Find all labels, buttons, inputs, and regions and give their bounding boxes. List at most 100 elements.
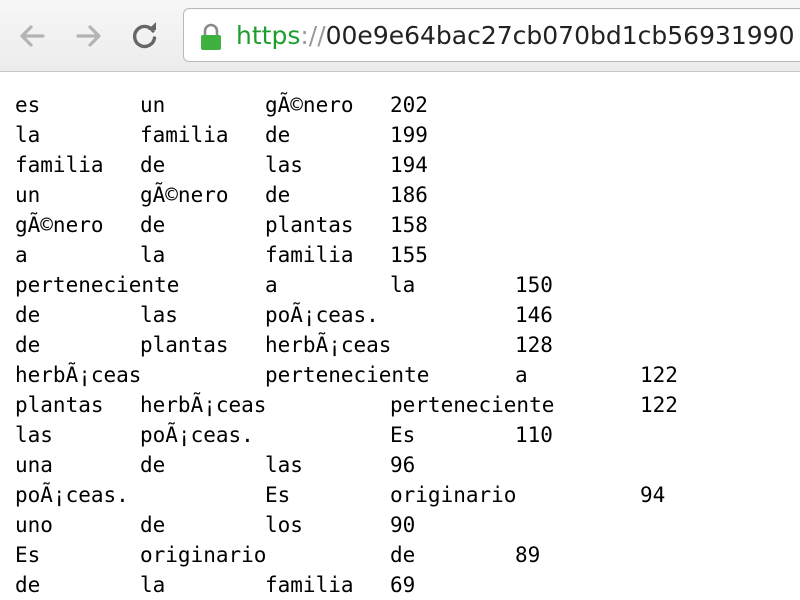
text-cell: plantas: [265, 213, 354, 237]
lock-icon: [201, 23, 221, 50]
text-cell: las: [265, 153, 303, 177]
text-cell: a: [265, 273, 278, 297]
text-line: es un gÃ©nero 202: [15, 90, 765, 120]
text-line: de las poÃ¡ceas. 146: [15, 300, 765, 330]
text-cell: de: [140, 453, 166, 477]
text-cell: la: [140, 573, 166, 597]
text-line: Es originario de 89: [15, 540, 765, 570]
text-cell: de: [140, 213, 166, 237]
url-path: 00e9e64bac27cb070bd1cb56931990: [325, 21, 795, 50]
text-line: la familia de 199: [15, 120, 765, 150]
text-cell: 202: [390, 93, 428, 117]
text-cell: Es: [390, 423, 416, 447]
text-cell: 90: [390, 513, 416, 537]
text-cell: la: [15, 123, 41, 147]
text-cell: 150: [515, 273, 553, 297]
browser-toolbar: https://00e9e64bac27cb070bd1cb56931990: [0, 0, 800, 72]
text-cell: a: [15, 243, 28, 267]
text-cell: las: [140, 303, 178, 327]
reload-button[interactable]: [129, 20, 161, 52]
text-cell: [140, 480, 265, 510]
url-scheme: https: [236, 21, 301, 50]
text-cell: [265, 420, 390, 450]
text-cell: [390, 330, 515, 360]
text-cell: una: [15, 453, 53, 477]
text-line: a la familia 155: [15, 240, 765, 270]
text-cell: 194: [390, 153, 428, 177]
text-cell: un: [15, 183, 41, 207]
text-cell: 128: [515, 333, 553, 357]
url-separator: ://: [300, 21, 326, 50]
text-cell: plantas: [15, 393, 104, 417]
text-line: una de las 96: [15, 450, 765, 480]
text-cell: de: [265, 123, 291, 147]
text-cell: originario: [390, 483, 517, 507]
arrow-right-icon: [76, 25, 101, 47]
text-cell: las: [15, 423, 53, 447]
text-cell: perteneciente: [15, 273, 180, 297]
text-cell: gÃ©nero: [265, 93, 354, 117]
text-cell: herbÃ¡ceas: [15, 363, 142, 387]
text-cell: poÃ¡ceas.: [265, 303, 379, 327]
text-cell: 122: [640, 393, 678, 417]
text-cell: [390, 300, 515, 330]
text-cell: Es: [265, 483, 291, 507]
address-bar[interactable]: https://00e9e64bac27cb070bd1cb56931990: [183, 8, 800, 62]
text-cell: 110: [515, 423, 553, 447]
text-cell: 158: [390, 213, 428, 237]
text-cell: herbÃ¡ceas: [265, 333, 392, 357]
text-cell: perteneciente: [390, 393, 555, 417]
text-cell: de: [140, 153, 166, 177]
text-cell: un: [140, 93, 166, 117]
text-cell: de: [140, 513, 166, 537]
text-cell: de: [265, 183, 291, 207]
text-cell: 94: [640, 483, 666, 507]
text-line: perteneciente a la 150: [15, 270, 765, 300]
text-cell: familia: [265, 573, 354, 597]
text-cell: [140, 360, 265, 390]
text-cell: originario: [140, 543, 267, 567]
forward-button[interactable]: [73, 20, 105, 52]
text-cell: poÃ¡ceas.: [140, 423, 254, 447]
text-cell: 155: [390, 243, 428, 267]
text-cell: de: [15, 333, 41, 357]
text-cell: [515, 480, 640, 510]
text-cell: 89: [515, 543, 541, 567]
text-cell: es: [15, 93, 41, 117]
reload-icon: [132, 22, 157, 49]
text-cell: [515, 390, 640, 420]
text-cell: familia: [140, 123, 229, 147]
text-line: plantas herbÃ¡ceas perteneciente 122: [15, 390, 765, 420]
text-cell: de: [390, 543, 416, 567]
text-cell: [265, 540, 390, 570]
text-line: poÃ¡ceas. Es originario 94: [15, 480, 765, 510]
back-button[interactable]: [16, 20, 48, 52]
text-cell: gÃ©nero: [140, 183, 229, 207]
text-cell: herbÃ¡ceas: [140, 393, 267, 417]
text-cell: gÃ©nero: [15, 213, 104, 237]
text-cell: [390, 360, 515, 390]
text-line: herbÃ¡ceas perteneciente a 122: [15, 360, 765, 390]
text-cell: las: [265, 453, 303, 477]
text-cell: la: [390, 273, 416, 297]
text-cell: 146: [515, 303, 553, 327]
url-text: https://00e9e64bac27cb070bd1cb56931990: [236, 19, 795, 53]
text-cell: familia: [15, 153, 104, 177]
text-cell: Es: [15, 543, 41, 567]
text-line: de la familia 69: [15, 570, 765, 600]
text-cell: 122: [640, 363, 678, 387]
text-line: un gÃ©nero de 186: [15, 180, 765, 210]
text-cell: familia: [265, 243, 354, 267]
text-cell: plantas: [140, 333, 229, 357]
text-cell: 186: [390, 183, 428, 207]
text-cell: [140, 270, 265, 300]
text-cell: los: [265, 513, 303, 537]
text-line: las poÃ¡ceas. Es 110: [15, 420, 765, 450]
text-cell: a: [515, 363, 528, 387]
text-cell: 69: [390, 573, 416, 597]
arrow-left-icon: [20, 25, 45, 47]
text-cell: 96: [390, 453, 416, 477]
text-line: de plantas herbÃ¡ceas 128: [15, 330, 765, 360]
text-cell: [265, 390, 390, 420]
text-cell: la: [140, 243, 166, 267]
